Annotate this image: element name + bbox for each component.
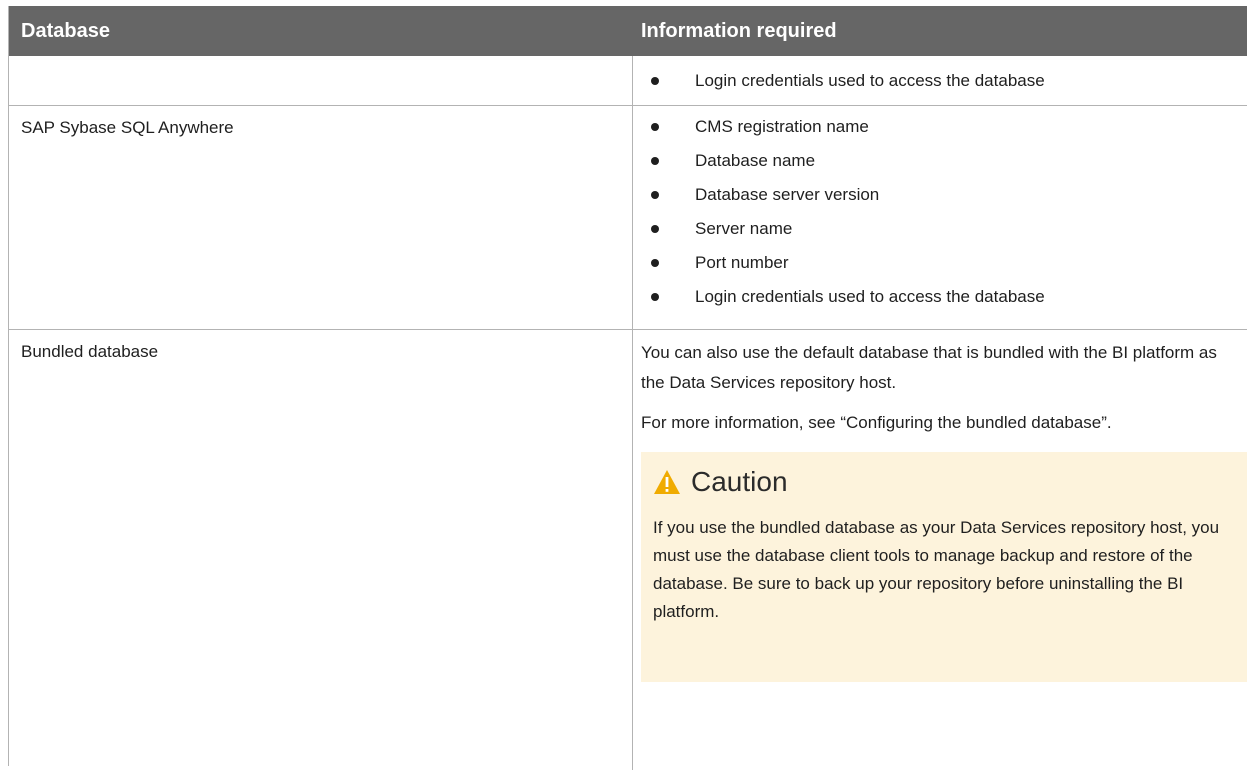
header-database: Database: [21, 19, 110, 42]
database-requirements-table: Database Information required Login cred…: [8, 6, 1247, 770]
list-item: Login credentials used to access the dat…: [641, 64, 1247, 98]
info-paragraph: For more information, see “Configuring t…: [641, 413, 1112, 432]
bullet-icon: [651, 77, 659, 85]
list-item-text: Database name: [695, 151, 816, 170]
list-item-text: Port number: [695, 253, 789, 272]
info-cell: Login credentials used to access the dat…: [633, 56, 1247, 105]
table-row: Bundled database You can also use the de…: [9, 330, 1247, 770]
database-cell: Bundled database: [9, 330, 633, 770]
list-item-text: Login credentials used to access the dat…: [695, 287, 1045, 306]
table-header-row: Database Information required: [9, 6, 1247, 56]
list-item-text: Login credentials used to access the dat…: [695, 71, 1045, 90]
list-item: Database server version: [641, 178, 1247, 212]
bullet-icon: [651, 123, 659, 131]
info-cell: You can also use the default database th…: [633, 330, 1247, 770]
caution-title-text: Caution: [691, 466, 788, 497]
info-paragraph: You can also use the default database th…: [641, 343, 1217, 392]
bullet-icon: [651, 225, 659, 233]
table-row: SAP Sybase SQL Anywhere CMS registration…: [9, 106, 1247, 330]
list-item: CMS registration name: [641, 110, 1247, 144]
list-item: Server name: [641, 212, 1247, 246]
table-row: Login credentials used to access the dat…: [9, 56, 1247, 106]
warning-icon: [654, 470, 680, 494]
list-item: Port number: [641, 246, 1247, 280]
database-cell: [9, 56, 633, 105]
list-item-text: CMS registration name: [695, 117, 869, 136]
list-item: Login credentials used to access the dat…: [641, 280, 1247, 314]
list-item-text: Database server version: [695, 185, 880, 204]
bullet-icon: [651, 157, 659, 165]
bullet-icon: [651, 259, 659, 267]
caution-title: Caution: [653, 460, 1236, 504]
bullet-icon: [651, 293, 659, 301]
header-information-required: Information required: [641, 19, 837, 42]
info-cell: CMS registration name Database name Data…: [633, 106, 1247, 329]
list-item-text: Server name: [695, 219, 793, 238]
info-bullet-list: CMS registration name Database name Data…: [641, 110, 1247, 314]
caution-box: Caution If you use the bundled database …: [641, 452, 1247, 682]
list-item: Database name: [641, 144, 1247, 178]
database-cell: SAP Sybase SQL Anywhere: [9, 106, 633, 329]
info-bullet-list: Login credentials used to access the dat…: [641, 64, 1247, 98]
caution-text: If you use the bundled database as your …: [653, 518, 1220, 621]
bullet-icon: [651, 191, 659, 199]
